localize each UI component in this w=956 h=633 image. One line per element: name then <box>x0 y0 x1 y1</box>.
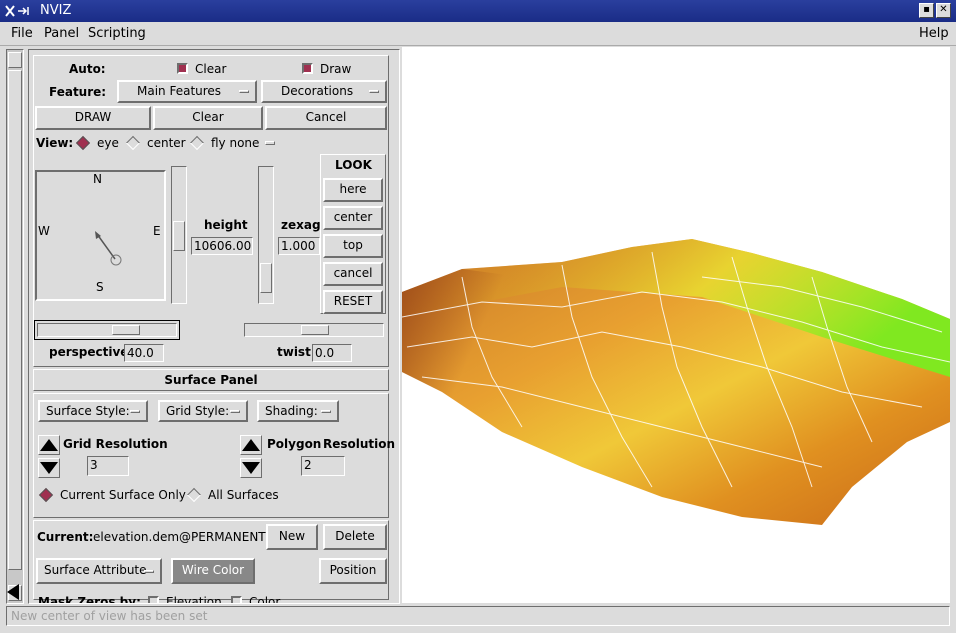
feature-label: Feature: <box>49 85 107 99</box>
all-surfaces-label: All Surfaces <box>208 488 279 502</box>
current-surface-name: elevation.dem@PERMANENT <box>93 530 266 544</box>
mask-elevation-label: Elevation <box>166 595 222 603</box>
twist-label: twist <box>277 345 311 359</box>
scroll-thumb[interactable] <box>8 70 22 570</box>
twist-slider-thumb[interactable] <box>301 325 329 335</box>
title-bar: NVIZ ▪ ✕ <box>0 0 956 22</box>
current-surface-only-label: Current Surface Only <box>60 488 186 502</box>
arrow-down-icon <box>242 462 260 474</box>
grid-style-menubutton[interactable]: Grid Style: <box>158 400 248 422</box>
polygon-label: Polygon <box>267 437 322 451</box>
status-message: New center of view has been set <box>11 609 208 623</box>
mask-color-label: Color <box>249 595 281 603</box>
view-fly-menubutton[interactable]: fly none <box>211 136 259 150</box>
look-reset-button[interactable]: RESET <box>323 290 383 314</box>
control-panel: Auto: Clear Draw Feature: Main Features … <box>28 49 400 604</box>
delete-surface-button[interactable]: Delete <box>323 524 387 550</box>
status-bar: New center of view has been set <box>6 606 950 626</box>
render-canvas[interactable] <box>402 47 950 603</box>
menu-scripting[interactable]: Scripting <box>88 26 146 41</box>
height-input[interactable]: 10606.00 <box>191 237 253 255</box>
look-top-button[interactable]: top <box>323 234 383 258</box>
polygon-resolution-label: Resolution <box>323 437 396 451</box>
height-slider[interactable] <box>171 166 187 304</box>
auto-clear-checkbox[interactable] <box>177 63 188 74</box>
current-label: Current: <box>37 530 94 544</box>
surface-attribute-menubutton[interactable]: Surface Attribute <box>36 558 162 584</box>
twist-slider[interactable] <box>244 323 384 337</box>
clear-button[interactable]: Clear <box>153 106 263 130</box>
menu-panel[interactable]: Panel <box>44 26 79 41</box>
grid-resolution-label: Grid Resolution <box>63 437 168 451</box>
poly-res-down-button[interactable] <box>240 458 262 478</box>
position-button[interactable]: Position <box>319 558 387 584</box>
surface-style-menubutton[interactable]: Surface Style: <box>38 400 148 422</box>
mask-zeros-row: Mask Zeros by: Elevation Color <box>33 590 389 603</box>
auto-draw-label: Draw <box>320 62 352 76</box>
shading-menubutton[interactable]: Shading: <box>257 400 339 422</box>
decorations-menubutton[interactable]: Decorations <box>261 80 387 103</box>
collapse-arrow-icon[interactable] <box>7 584 19 600</box>
scroll-up-arrow-icon[interactable] <box>8 52 22 68</box>
perspective-slider[interactable] <box>37 323 177 337</box>
twist-input[interactable]: 0.0 <box>312 344 352 362</box>
arrow-down-icon <box>40 462 58 474</box>
height-label: height <box>204 218 248 232</box>
zexag-slider-thumb[interactable] <box>260 263 272 293</box>
arrow-up-icon <box>40 439 58 451</box>
menu-file[interactable]: File <box>11 26 33 41</box>
grid-res-up-button[interactable] <box>38 435 60 455</box>
auto-label: Auto: <box>69 62 106 76</box>
main-features-menubutton[interactable]: Main Features <box>117 80 257 103</box>
panel-scrollbar[interactable] <box>6 49 24 604</box>
zexag-label: zexag <box>281 218 321 232</box>
zexag-slider[interactable] <box>258 166 274 304</box>
maximize-button[interactable]: ▪ <box>919 3 934 18</box>
height-slider-thumb[interactable] <box>173 221 185 251</box>
auto-draw-checkbox[interactable] <box>302 63 313 74</box>
look-title: LOOK <box>335 158 372 172</box>
view-direction-arrow-icon <box>95 231 122 266</box>
mask-elevation-checkbox[interactable] <box>148 596 159 603</box>
perspective-slider-thumb[interactable] <box>112 325 140 335</box>
cancel-button[interactable]: Cancel <box>265 106 387 130</box>
mask-zeros-label: Mask Zeros by: <box>38 595 141 603</box>
view-eye-label: eye <box>97 136 119 150</box>
app-icon <box>5 5 29 17</box>
view-label: View: <box>36 136 74 150</box>
auto-clear-label: Clear <box>195 62 227 76</box>
arrow-up-icon <box>242 439 260 451</box>
surface-panel-title: Surface Panel <box>33 369 389 391</box>
menu-help[interactable]: Help <box>919 26 949 41</box>
wire-color-button[interactable]: Wire Color <box>171 558 255 584</box>
perspective-label: perspective <box>49 345 129 359</box>
zexag-input[interactable]: 1.000 <box>278 237 320 255</box>
look-cancel-button[interactable]: cancel <box>323 262 383 286</box>
new-surface-button[interactable]: New <box>266 524 318 550</box>
fly-menu-indicator-icon <box>265 141 275 145</box>
terrain-surface-image <box>402 239 950 525</box>
grid-resolution-input[interactable]: 3 <box>87 456 129 476</box>
grid-res-down-button[interactable] <box>38 458 60 478</box>
close-button[interactable]: ✕ <box>936 3 951 18</box>
position-compass[interactable]: N S E W <box>35 170 166 301</box>
draw-button[interactable]: DRAW <box>35 106 151 130</box>
menubar: File Panel Scripting Help <box>0 22 956 46</box>
poly-res-up-button[interactable] <box>240 435 262 455</box>
polygon-resolution-input[interactable]: 2 <box>301 456 345 476</box>
perspective-input[interactable]: 40.0 <box>124 344 164 362</box>
window-title: NVIZ <box>40 3 72 18</box>
look-here-button[interactable]: here <box>323 178 383 202</box>
mask-color-checkbox[interactable] <box>231 596 242 603</box>
view-center-label: center <box>147 136 186 150</box>
look-center-button[interactable]: center <box>323 206 383 230</box>
